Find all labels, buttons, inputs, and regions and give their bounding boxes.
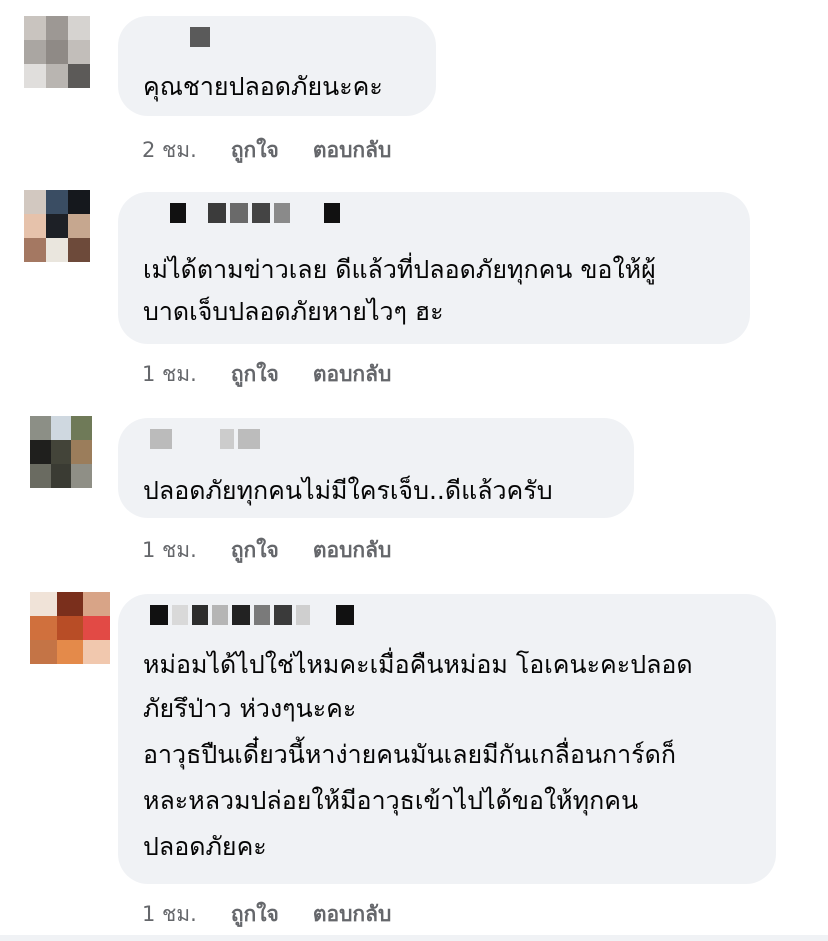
avatar[interactable] [24,16,90,88]
comment-text-line: ภัยรึป่าว ห่วงๆนะคะ [143,694,357,723]
reply-button[interactable]: ตอบกลับ [313,534,392,567]
timestamp[interactable]: 1 ชม. [142,898,197,931]
comment-text-line: หละหลวมปล่อยให้มีอาวุธเข้าไปได้ขอให้ทุกค… [143,786,639,815]
avatar[interactable] [24,190,90,262]
author-name-redacted[interactable] [150,428,260,450]
comment-bubble: ปลอดภัยทุกคนไม่มีใครเจ็บ..ดีแล้วครับ [118,418,634,518]
divider [0,935,828,941]
comment-text-line: อาวุธปืนเดี๋ยวนี้หาง่ายคนมันเลยมีกันเกลื… [143,740,676,769]
comment-actions: 1 ชม. ถูกใจ ตอบกลับ [142,358,391,391]
comment-text-line: คุณชายปลอดภัยนะคะ [143,72,383,101]
reply-button[interactable]: ตอบกลับ [313,898,392,931]
comment-actions: 1 ชม. ถูกใจ ตอบกลับ [142,534,391,567]
comment-text-line: ปลอดภัยคะ [143,832,267,861]
timestamp[interactable]: 1 ชม. [142,534,197,567]
like-button[interactable]: ถูกใจ [231,898,279,931]
comment-actions: 1 ชม. ถูกใจ ตอบกลับ [142,898,391,931]
comment-text-line: หม่อมได้ไปใช่ไหมคะเมื่อคืนหม่อม โอเคนะคะ… [143,650,693,679]
comment-text-line: เม่ได้ตามข่าวเลย ดีแล้วที่ปลอดภัยทุกคน ข… [143,255,656,284]
reply-button[interactable]: ตอบกลับ [313,358,392,391]
like-button[interactable]: ถูกใจ [231,534,279,567]
timestamp[interactable]: 1 ชม. [142,358,197,391]
timestamp[interactable]: 2 ชม. [142,134,197,167]
comment-bubble: หม่อมได้ไปใช่ไหมคะเมื่อคืนหม่อม โอเคนะคะ… [118,594,776,884]
comment-bubble: เม่ได้ตามข่าวเลย ดีแล้วที่ปลอดภัยทุกคน ข… [118,192,750,344]
comment-bubble: คุณชายปลอดภัยนะคะ [118,16,436,116]
author-name-redacted[interactable] [150,604,354,626]
avatar[interactable] [30,592,110,664]
avatar[interactable] [30,416,92,488]
author-name-redacted[interactable] [170,202,340,224]
comment-text-line: บาดเจ็บปลอดภัยหายไวๆ ฮะ [143,297,444,326]
like-button[interactable]: ถูกใจ [231,358,279,391]
comment-actions: 2 ชม. ถูกใจ ตอบกลับ [142,134,391,167]
reply-button[interactable]: ตอบกลับ [313,134,392,167]
comment-text-line: ปลอดภัยทุกคนไม่มีใครเจ็บ..ดีแล้วครับ [143,476,553,505]
like-button[interactable]: ถูกใจ [231,134,279,167]
author-name-redacted[interactable] [190,26,210,48]
